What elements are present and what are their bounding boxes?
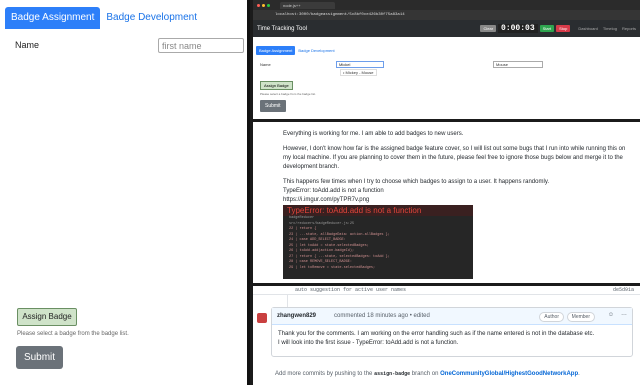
reply-line-1: Thank you for the comments. I am working… [278,331,595,337]
error-title: TypeError: toAdd.add is not a function [283,205,473,216]
commit-message[interactable]: auto suggestion for active user names [295,287,406,293]
browser-tab[interactable]: node.js++ [280,1,335,9]
mini-tab-badge-assignment[interactable]: Badge Assignment [256,46,296,55]
avatar[interactable] [257,313,267,323]
comment-error-text: TypeError: toAdd.add is not a function [283,188,384,194]
push-hint: Add more commits by pushing to the assig… [275,371,580,377]
badge-hint-text: Please select a badge from the badge lis… [17,331,129,337]
mini-tab-badge-development[interactable]: Badge Development [295,46,337,55]
screenshot-link[interactable]: https://i.imgur.com/pyTPR7v.png [283,196,633,205]
timer-group: Clear 0:00:03 Start Stop Dashboard Timel… [480,24,636,33]
url-text: localhost:3000/badgeassignment/5c8bf0ce4… [275,13,405,17]
commit-sha[interactable]: de5d91a [613,287,634,293]
app-page: Badge Assignment Badge Development Name … [253,37,640,119]
browser-tab-strip: node.js++ [253,0,640,10]
commit-row: auto suggestion for active user names de… [253,286,640,295]
tab-badge-development[interactable]: Badge Development [100,7,203,29]
mini-assign-badge-button[interactable]: Assign Badge [260,81,293,90]
mini-tabs: Badge Assignment Badge Development [256,46,338,55]
push-hint-mid: branch on [411,371,439,377]
mini-submit-button[interactable]: Submit [260,100,286,112]
comment-paragraph-2: However, I don't know how far is the ass… [283,146,626,170]
reaction-icon[interactable]: ☺ [608,312,614,318]
clear-button[interactable]: Clear [480,25,497,32]
name-label: Name [15,40,40,50]
branch-name[interactable]: assign-badge [374,371,410,377]
reply-thread: auto suggestion for active user names de… [253,286,640,385]
first-name-input[interactable]: first name [158,38,244,53]
author-badge: Author [539,312,564,322]
mini-name-label: Name [260,62,271,67]
maximize-dot-icon[interactable] [267,3,270,7]
push-hint-prefix: Add more commits by pushing to the [275,371,373,377]
comment-author[interactable]: zhangwen829 [277,313,316,319]
code-line: 29 | let toRemove = state.selectedBadges… [289,265,376,270]
badge-tabs: Badge Assignment Badge Development [5,7,203,29]
push-hint-end: . [578,371,580,377]
app-navbar: Time Tracking Tool Clear 0:00:03 Start S… [253,20,640,37]
more-options-icon[interactable]: … [621,311,627,317]
comment-header: zhangwen829 commented 18 minutes ago • e… [272,308,632,325]
browser-screenshot: node.js++ localhost:3000/badgeassignment… [253,0,640,119]
stop-button[interactable]: Stop [556,25,571,32]
mini-hint-text: Please select a badge from the badge lis… [260,92,316,96]
nav-dashboard[interactable]: Dashboard [578,26,598,31]
nav-timelog[interactable]: Timelog [603,26,617,31]
timer-display: 0:00:03 [498,24,538,33]
assign-badge-button[interactable]: Assign Badge [17,308,77,326]
comment-paragraph-3: This happens few times when I try to cho… [283,179,550,185]
minimize-dot-icon[interactable] [262,3,265,7]
mini-last-name-input[interactable]: Mouse [493,61,543,68]
member-badge: Member [566,312,595,322]
comment-body: Thank you for the comments. I am working… [272,325,632,353]
reply-line-2: I will look into the first issue - TypeE… [278,340,459,346]
reply-comment: zhangwen829 commented 18 minutes ago • e… [271,307,633,357]
close-dot-icon[interactable] [257,3,260,7]
address-bar[interactable]: localhost:3000/badgeassignment/5c8bf0ce4… [253,10,640,20]
nav-links: Dashboard Timelog Reports [578,26,636,31]
error-screenshot: TypeError: toAdd.add is not a function b… [283,205,473,279]
nav-reports[interactable]: Reports [622,26,636,31]
badge-assignment-panel: Badge Assignment Badge Development Name … [0,0,250,385]
mini-first-name-input[interactable]: Mickel [336,61,384,68]
timeline-line [287,295,288,307]
submit-button[interactable]: Submit [16,346,63,369]
repo-link[interactable]: OneCommunityGlobal/HighestGoodNetworkApp [440,371,578,377]
comment-meta[interactable]: commented 18 minutes ago • edited [334,313,430,319]
start-button[interactable]: Start [539,25,555,32]
mini-name-suggestion[interactable]: • Mickey - Mouse [340,69,377,76]
comment-paragraph-1: Everything is working for me. I am able … [283,131,464,137]
review-comment: Everything is working for me. I am able … [253,122,640,283]
app-title: Time Tracking Tool [257,25,308,32]
tab-badge-assignment[interactable]: Badge Assignment [5,7,101,29]
